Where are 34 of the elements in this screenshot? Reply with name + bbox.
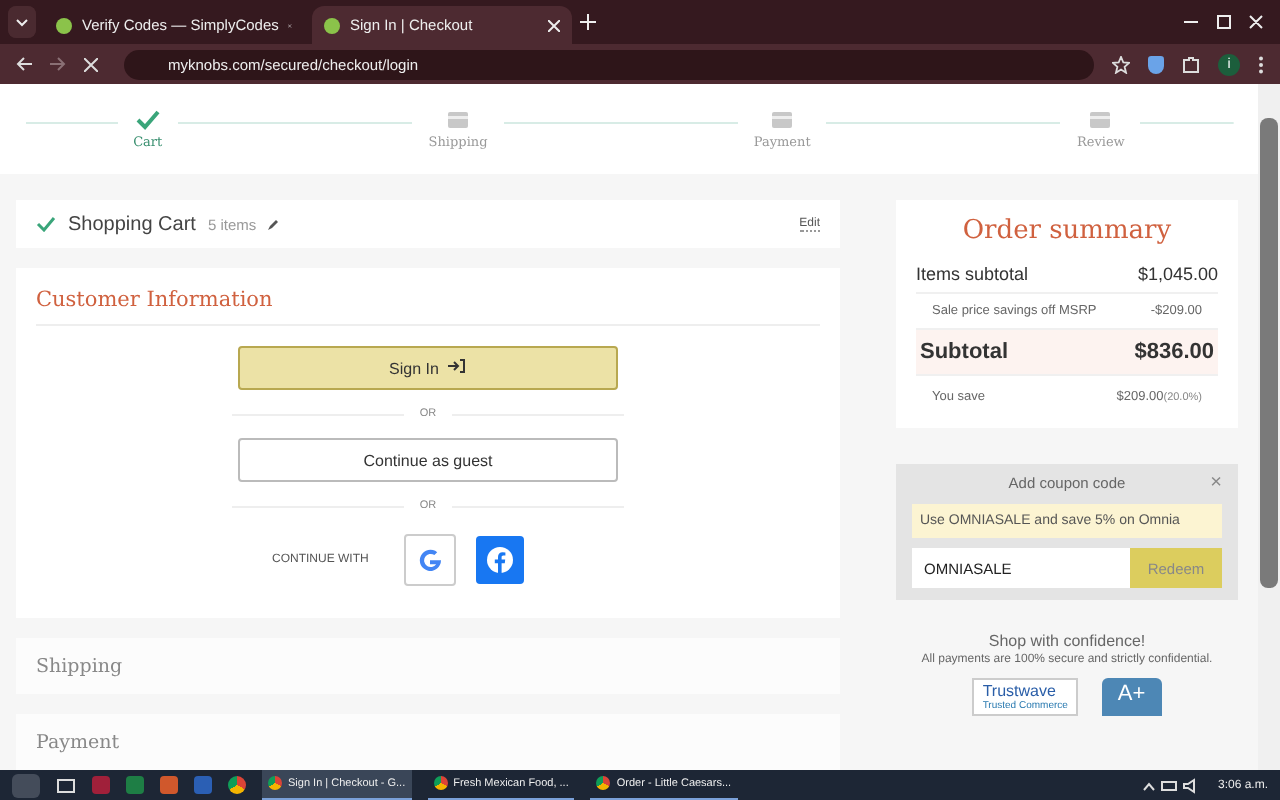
pencil-icon[interactable] (268, 218, 281, 231)
summary-label: Subtotal (920, 340, 1008, 364)
window-controls-icon[interactable] (1184, 14, 1264, 30)
site-icon (324, 17, 340, 33)
puzzle-icon[interactable] (1182, 55, 1200, 73)
back-icon[interactable] (16, 56, 32, 72)
google-button[interactable] (404, 534, 456, 587)
summary-title: Order summary (960, 216, 1174, 246)
check-icon (36, 216, 56, 233)
summary-label: Items subtotal (916, 264, 1029, 284)
scrollbar-thumb[interactable] (1260, 118, 1278, 588)
section-title: Customer Information (36, 280, 820, 327)
task-view-icon[interactable] (56, 777, 76, 793)
guest-button[interactable]: Continue as guest (238, 438, 618, 483)
start-icon[interactable] (12, 773, 40, 797)
new-tab-icon[interactable] (580, 14, 596, 30)
google-logo-icon (416, 546, 444, 575)
forward-icon[interactable] (50, 56, 66, 72)
menu-icon[interactable] (1258, 55, 1264, 73)
confidence-title: Shop with confidence! (988, 632, 1146, 650)
rating-badge: A+ (1101, 678, 1162, 716)
sign-in-arrow-icon (448, 358, 467, 375)
summary-value: $1,045.00 (1137, 264, 1218, 284)
stop-icon[interactable] (84, 57, 98, 71)
facebook-logo-icon (486, 546, 514, 575)
cart-title: Shopping Cart (68, 213, 196, 236)
sign-in-button[interactable]: Sign In (238, 346, 618, 391)
facebook-button[interactable] (476, 536, 524, 585)
site-icon (56, 17, 72, 33)
close-tab-icon[interactable] (548, 19, 560, 31)
star-icon[interactable] (1112, 55, 1130, 73)
summary-value: $836.00 (1134, 340, 1214, 364)
shield-icon[interactable] (1148, 55, 1164, 73)
browser-icon[interactable] (228, 776, 246, 794)
